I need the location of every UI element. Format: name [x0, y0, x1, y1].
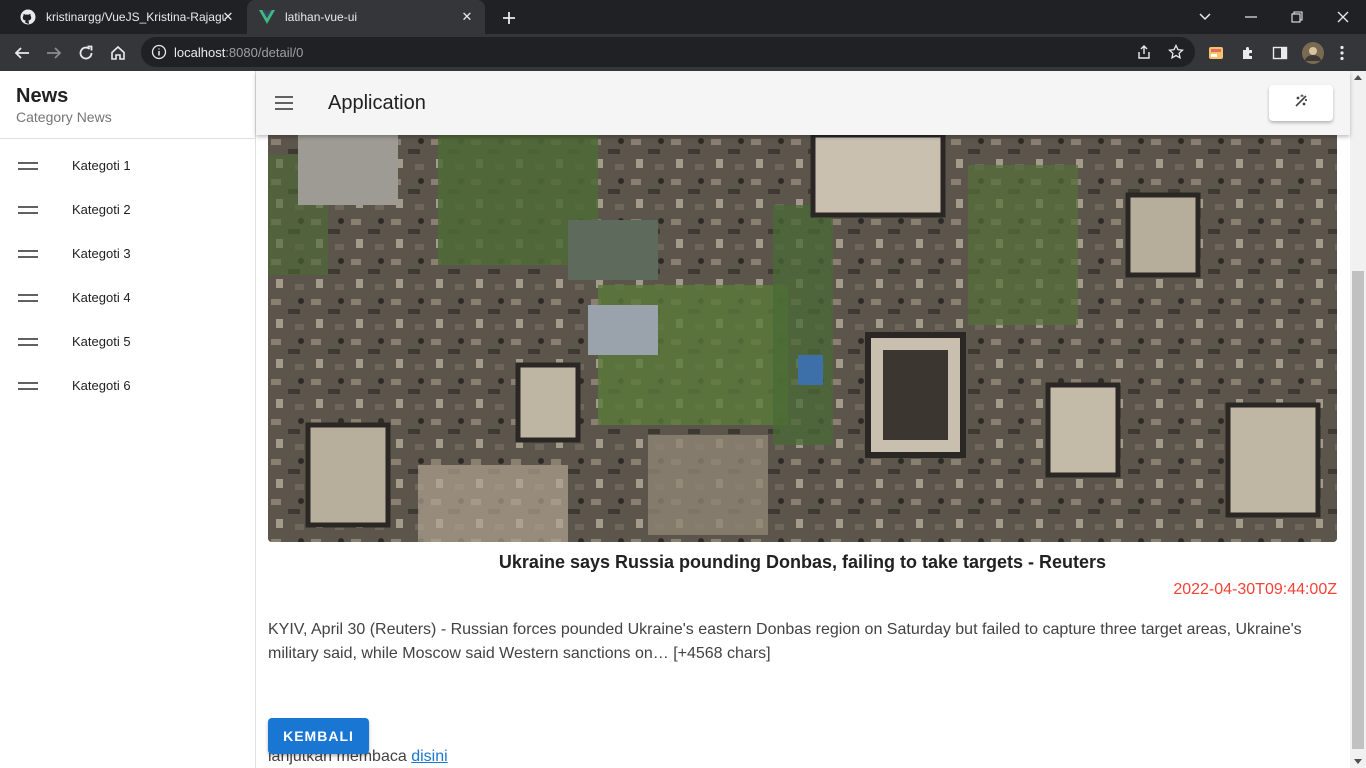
browser-toolbar: localhost:8080/detail/0: [0, 34, 1366, 71]
address-bar[interactable]: localhost:8080/detail/0: [141, 37, 1195, 67]
drawer-item-label: Kategoti 6: [72, 378, 131, 393]
bookmark-star-icon[interactable]: [1168, 43, 1184, 60]
drawer-item-kategori-2[interactable]: Kategoti 2: [0, 188, 255, 232]
drawer-subtitle: Category News: [16, 109, 112, 125]
page-viewport: News Category News Kategoti 1 Kategoti 2…: [0, 71, 1366, 768]
share-icon[interactable]: [1136, 44, 1152, 60]
url-host: localhost: [174, 45, 226, 60]
scroll-up-arrow-icon[interactable]: [1354, 75, 1362, 80]
forward-icon[interactable]: [42, 41, 66, 65]
extensions-puzzle-icon[interactable]: [1239, 44, 1257, 62]
drag-handle-icon: [18, 294, 38, 302]
drawer-item-label: Kategoti 1: [72, 158, 131, 173]
new-tab-icon[interactable]: [498, 7, 520, 29]
menu-icon[interactable]: [272, 91, 296, 115]
drag-handle-icon: [18, 382, 38, 390]
reload-icon[interactable]: [74, 41, 98, 65]
drawer-item-kategori-1[interactable]: Kategoti 1: [0, 144, 255, 188]
article-date: 2022-04-30T09:44:00Z: [1173, 581, 1337, 598]
drag-handle-icon: [18, 338, 38, 346]
drag-handle-icon: [18, 162, 38, 170]
browser-tab-github[interactable]: kristinargg/VueJS_Kristina-Rajagukguk ✕: [8, 0, 246, 34]
article-image: [268, 135, 1337, 542]
browser-tab-latihan[interactable]: latihan-vue-ui ✕: [247, 0, 485, 34]
scrollbar-thumb[interactable]: [1352, 271, 1364, 749]
close-icon[interactable]: ✕: [220, 9, 236, 25]
more-options-icon[interactable]: [1333, 44, 1351, 62]
back-icon[interactable]: [10, 41, 34, 65]
scroll-down-arrow-icon[interactable]: [1354, 759, 1362, 764]
home-icon[interactable]: [106, 41, 130, 65]
article-detail: Ukraine says Russia pounding Donbas, fai…: [256, 135, 1350, 768]
tab-search-icon[interactable]: [1182, 0, 1228, 34]
drag-handle-icon: [18, 206, 38, 214]
drawer-item-label: Kategoti 4: [72, 290, 131, 305]
drawer-item-label: Kategoti 2: [72, 202, 131, 217]
app-title: Application: [328, 92, 426, 114]
side-panel-icon[interactable]: [1271, 44, 1289, 62]
drawer-item-kategori-3[interactable]: Kategoti 3: [0, 232, 255, 276]
restore-icon[interactable]: [1274, 0, 1320, 34]
minimize-icon[interactable]: [1228, 0, 1274, 34]
profile-avatar[interactable]: [1301, 41, 1325, 65]
tab-title: kristinargg/VueJS_Kristina-Rajagukguk: [46, 10, 226, 24]
drawer-item-kategori-4[interactable]: Kategoti 4: [0, 276, 255, 320]
drawer-title: News: [16, 85, 69, 107]
brightness-icon: [1293, 93, 1309, 114]
url-text: localhost:8080/detail/0: [174, 45, 303, 60]
close-window-icon[interactable]: [1320, 0, 1366, 34]
article-description: KYIV, April 30 (Reuters) - Russian force…: [268, 621, 1302, 662]
drawer-item-label: Kategoti 5: [72, 334, 131, 349]
drawer-item-kategori-5[interactable]: Kategoti 5: [0, 320, 255, 364]
close-icon[interactable]: ✕: [459, 9, 475, 25]
extension-icon[interactable]: [1207, 44, 1225, 62]
drawer-header: News Category News: [0, 71, 255, 139]
drawer-item-kategori-6[interactable]: Kategoti 6: [0, 364, 255, 408]
article-headline: Ukraine says Russia pounding Donbas, fai…: [498, 552, 1107, 572]
back-button[interactable]: KEMBALI: [268, 718, 369, 754]
github-icon: [20, 9, 36, 25]
site-info-icon[interactable]: [151, 44, 167, 60]
theme-toggle-button[interactable]: [1269, 85, 1333, 121]
navigation-drawer: News Category News Kategoti 1 Kategoti 2…: [0, 71, 256, 768]
drag-handle-icon: [18, 250, 38, 258]
vue-icon: [259, 9, 275, 25]
url-path: :8080/detail/0: [225, 45, 304, 60]
app-bar: Application: [256, 71, 1350, 135]
page-scrollbar[interactable]: [1350, 71, 1366, 768]
tab-title: latihan-vue-ui: [285, 10, 358, 24]
browser-tab-strip: kristinargg/VueJS_Kristina-Rajagukguk ✕ …: [0, 0, 1366, 34]
read-more-link[interactable]: disini: [411, 748, 447, 765]
drawer-item-label: Kategoti 3: [72, 246, 131, 261]
